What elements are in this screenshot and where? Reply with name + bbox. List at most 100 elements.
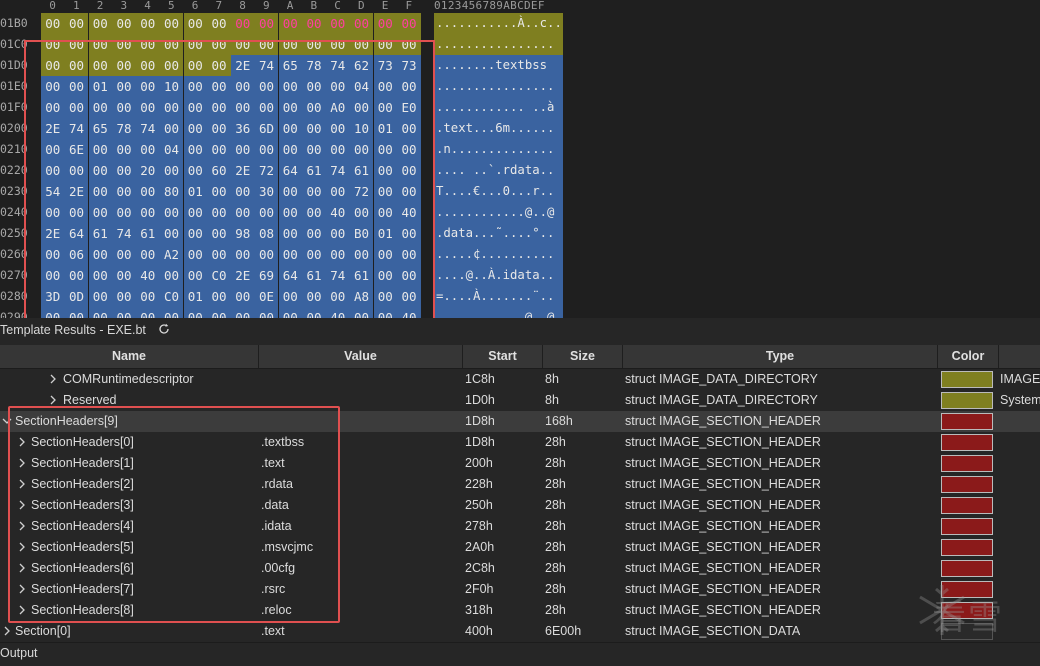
template-row-type: struct IMAGE_SECTION_HEADER bbox=[625, 498, 821, 512]
hex-byte[interactable]: 00 bbox=[112, 13, 136, 34]
hex-byte[interactable]: 00 bbox=[326, 13, 350, 34]
hex-col-header: F bbox=[405, 0, 413, 12]
template-row-size: 28h bbox=[545, 456, 566, 470]
template-row-type: struct IMAGE_SECTION_HEADER bbox=[625, 414, 821, 428]
hex-row-ascii[interactable]: .n.............. bbox=[434, 139, 563, 160]
hex-row-ascii[interactable]: ............@..@ bbox=[434, 307, 563, 318]
color-swatch[interactable] bbox=[941, 539, 993, 556]
color-swatch[interactable] bbox=[941, 518, 993, 535]
hex-byte[interactable]: 00 bbox=[373, 13, 397, 34]
color-swatch[interactable] bbox=[941, 476, 993, 493]
template-row-size: 8h bbox=[545, 372, 559, 386]
hex-col-header: 7 bbox=[215, 0, 223, 12]
template-row-type: struct IMAGE_DATA_DIRECTORY bbox=[625, 393, 818, 407]
hex-byte[interactable]: 00 bbox=[278, 13, 302, 34]
column-value[interactable]: Value bbox=[259, 345, 463, 368]
hex-row-ascii[interactable]: T....€...0...r.. bbox=[434, 181, 563, 202]
template-results-titlebar: Template Results - EXE.bt bbox=[0, 320, 1040, 342]
hex-row-ascii[interactable]: ........textbss bbox=[434, 55, 563, 76]
column-extra bbox=[999, 345, 1040, 368]
template-row-size: 28h bbox=[545, 540, 566, 554]
template-row-start: 400h bbox=[465, 624, 493, 638]
chevron-right-icon[interactable] bbox=[48, 395, 58, 405]
template-row-start: 1D8h bbox=[465, 435, 495, 449]
color-swatch[interactable] bbox=[941, 371, 993, 388]
hex-row-ascii[interactable]: ................ bbox=[434, 34, 563, 55]
template-row-type: struct IMAGE_SECTION_HEADER bbox=[625, 477, 821, 491]
hex-row-ascii[interactable]: ............ ..à bbox=[434, 97, 563, 118]
column-color[interactable]: Color bbox=[938, 345, 999, 368]
template-row-start: 1D0h bbox=[465, 393, 495, 407]
hex-byte[interactable]: 00 bbox=[207, 13, 231, 34]
template-row-type: struct IMAGE_SECTION_HEADER bbox=[625, 540, 821, 554]
hex-byte[interactable]: 00 bbox=[64, 13, 89, 34]
hex-byte[interactable]: 00 bbox=[231, 13, 255, 34]
highlight-box-hex bbox=[24, 40, 435, 318]
hex-byte[interactable]: 00 bbox=[183, 13, 207, 34]
hex-row-ascii[interactable]: .text...6m...... bbox=[434, 118, 563, 139]
color-swatch[interactable] bbox=[941, 497, 993, 514]
template-row-type: struct IMAGE_SECTION_HEADER bbox=[625, 603, 821, 617]
chevron-right-icon[interactable] bbox=[2, 626, 12, 636]
ascii-col-header: 0123456789ABCDEF bbox=[434, 0, 545, 12]
template-row-type: struct IMAGE_SECTION_HEADER bbox=[625, 435, 821, 449]
hex-col-header: 4 bbox=[144, 0, 151, 12]
template-row-start: 1D8h bbox=[465, 414, 495, 428]
hex-column-header: 0 1 2 3 4 5 6 7 8 9 A B C D E F 0123456789ABCDEF bbox=[0, 0, 1040, 13]
color-swatch[interactable] bbox=[941, 392, 993, 409]
template-row-size: 28h bbox=[545, 498, 566, 512]
column-type[interactable]: Type bbox=[623, 345, 938, 368]
hex-byte[interactable]: 00 bbox=[302, 13, 326, 34]
hex-col-header: 5 bbox=[167, 0, 175, 12]
hex-byte[interactable]: 00 bbox=[397, 13, 421, 34]
template-row-start: 318h bbox=[465, 603, 493, 617]
hex-byte[interactable]: 00 bbox=[136, 13, 160, 34]
refresh-icon[interactable] bbox=[158, 323, 170, 335]
hex-col-header: 1 bbox=[72, 0, 80, 12]
template-row-start: 2F0h bbox=[465, 582, 494, 596]
template-row-start: 2C8h bbox=[465, 561, 495, 575]
hex-byte[interactable]: 00 bbox=[349, 13, 374, 34]
hex-editor-view[interactable]: 0 1 2 3 4 5 6 7 8 9 A B C D E F 0123456789ABCDEF 01B0 00 0… bbox=[0, 0, 1040, 318]
template-row-start: 250h bbox=[465, 498, 493, 512]
hex-row-ascii[interactable]: ....@..À.idata.. bbox=[434, 265, 563, 286]
template-row-type: struct IMAGE_SECTION_HEADER bbox=[625, 561, 821, 575]
template-row-name: COMRuntimedescriptor bbox=[63, 372, 194, 386]
column-start[interactable]: Start bbox=[463, 345, 543, 368]
hex-row-ascii[interactable]: ............@..@ bbox=[434, 202, 563, 223]
highlight-box-section-headers bbox=[8, 406, 340, 623]
hex-byte[interactable]: 00 bbox=[254, 13, 279, 34]
template-row-type: struct IMAGE_SECTION_HEADER bbox=[625, 456, 821, 470]
watermark-text: 看雪 bbox=[932, 599, 1004, 637]
color-swatch[interactable] bbox=[941, 434, 993, 451]
hex-byte[interactable]: 00 bbox=[159, 13, 184, 34]
hex-col-header: D bbox=[357, 0, 365, 12]
hex-row-ascii[interactable]: ................ bbox=[434, 76, 563, 97]
template-row[interactable]: COMRuntimedescriptor 1C8h 8h struct IMAGE_D… bbox=[0, 369, 1040, 390]
hex-row-ascii[interactable]: =....À.......¨.. bbox=[434, 286, 563, 307]
template-row-name: Section[0] bbox=[15, 624, 71, 638]
color-swatch[interactable] bbox=[941, 560, 993, 577]
hex-row-ascii[interactable]: .... ..`.rdata.. bbox=[434, 160, 563, 181]
color-swatch[interactable] bbox=[941, 413, 993, 430]
chevron-right-icon[interactable] bbox=[48, 374, 58, 384]
hex-col-header: 0 bbox=[49, 0, 56, 12]
template-row-size: 6E00h bbox=[545, 624, 582, 638]
template-row-type: struct IMAGE_SECTION_HEADER bbox=[625, 519, 821, 533]
hex-row[interactable]: 01B0 00 00 00 00 00 00 00 00 00 00 00 00 00 00 00 00....… bbox=[0, 13, 1040, 34]
output-panel-titlebar[interactable]: Output bbox=[0, 642, 1040, 666]
hex-row-ascii[interactable]: ...........À..c... bbox=[434, 13, 563, 34]
template-row-size: 8h bbox=[545, 393, 559, 407]
hex-byte[interactable]: 00 bbox=[88, 13, 112, 34]
hex-byte[interactable]: 00 bbox=[41, 13, 65, 34]
hex-col-header: 9 bbox=[262, 0, 270, 12]
column-name[interactable]: Name bbox=[0, 345, 259, 368]
hex-row-ascii[interactable]: .....¢.......... bbox=[434, 244, 563, 265]
template-row-size: 28h bbox=[545, 582, 566, 596]
color-swatch[interactable] bbox=[941, 455, 993, 472]
hex-col-header: B bbox=[310, 0, 318, 12]
hex-row-ascii[interactable]: .data...˜....°.. bbox=[434, 223, 563, 244]
hex-col-header: A bbox=[286, 0, 294, 12]
column-size[interactable]: Size bbox=[543, 345, 623, 368]
template-row-size: 28h bbox=[545, 435, 566, 449]
